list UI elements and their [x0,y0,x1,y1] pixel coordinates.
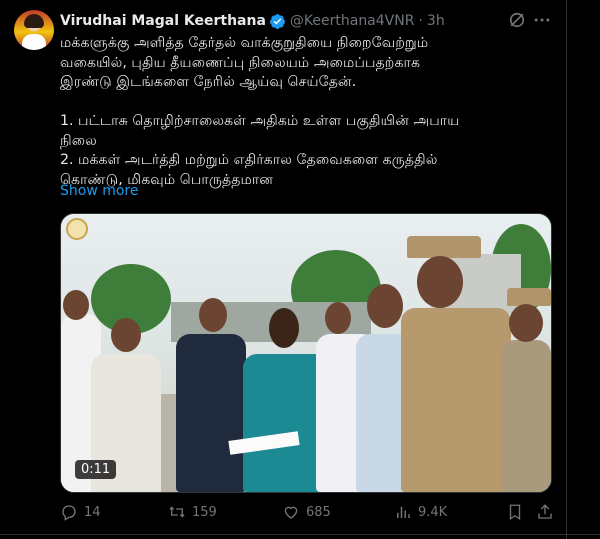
video-duration: 0:11 [75,460,117,479]
tweet[interactable]: Virudhai Magal Keerthana @Keerthana4VNR … [0,0,600,539]
show-more-link[interactable]: Show more [60,183,139,199]
like-button[interactable]: 685 [282,501,331,523]
tweet-line: வகையில், புதிய தீயணைப்பு நிலையம் அமைப்பத… [60,54,421,71]
more-icon[interactable] [532,10,552,30]
divider [0,534,600,535]
retweet-count: 159 [192,504,217,520]
share-button[interactable] [536,501,560,523]
reply-icon [62,505,76,521]
tweet-time[interactable]: 3h [427,13,445,29]
like-count: 685 [306,504,331,520]
author-name[interactable]: Virudhai Magal Keerthana [60,13,266,29]
column-border [566,0,567,539]
emblem-icon [66,218,88,240]
like-icon [284,506,298,519]
share-icon [538,504,552,519]
retweet-button[interactable]: 159 [168,501,217,523]
tweet-line: இரண்டு இடங்களை நேரில் ஆய்வு செய்தேன். [60,74,357,90]
video-player[interactable]: 0:11 [60,213,552,493]
tweet-line: மக்களுக்கு அளித்த தேர்தல் வாக்குறுதியை ந… [60,35,429,51]
tweet-line: 1. பட்டாசு தொழிற்சாலைகள் அதிகம் உள்ள பகு… [60,113,460,129]
grok-icon[interactable] [507,10,527,30]
avatar[interactable] [14,10,54,50]
author-handle[interactable]: @Keerthana4VNR [290,13,415,29]
tweet-header: Virudhai Magal Keerthana @Keerthana4VNR … [60,11,445,31]
reply-count: 14 [84,504,101,520]
separator-dot: · [418,13,423,29]
views-icon [397,506,410,518]
tweet-line: நிலை [60,132,97,149]
retweet-icon [169,506,185,518]
bookmark-button[interactable] [506,501,530,523]
views-count: 9.4K [418,504,448,520]
tweet-line: 2. மக்கள் அடர்த்தி மற்றும் எதிர்கால தேவை… [60,152,438,168]
verified-icon [269,13,285,29]
bookmark-icon [509,504,521,521]
tweet-actions: 14 159 685 9.4K [60,501,552,523]
views-button[interactable]: 9.4K [394,501,447,523]
tweet-text: மக்களுக்கு அளித்த தேர்தல் வாக்குறுதியை ந… [60,34,560,190]
reply-button[interactable]: 14 [60,501,101,523]
